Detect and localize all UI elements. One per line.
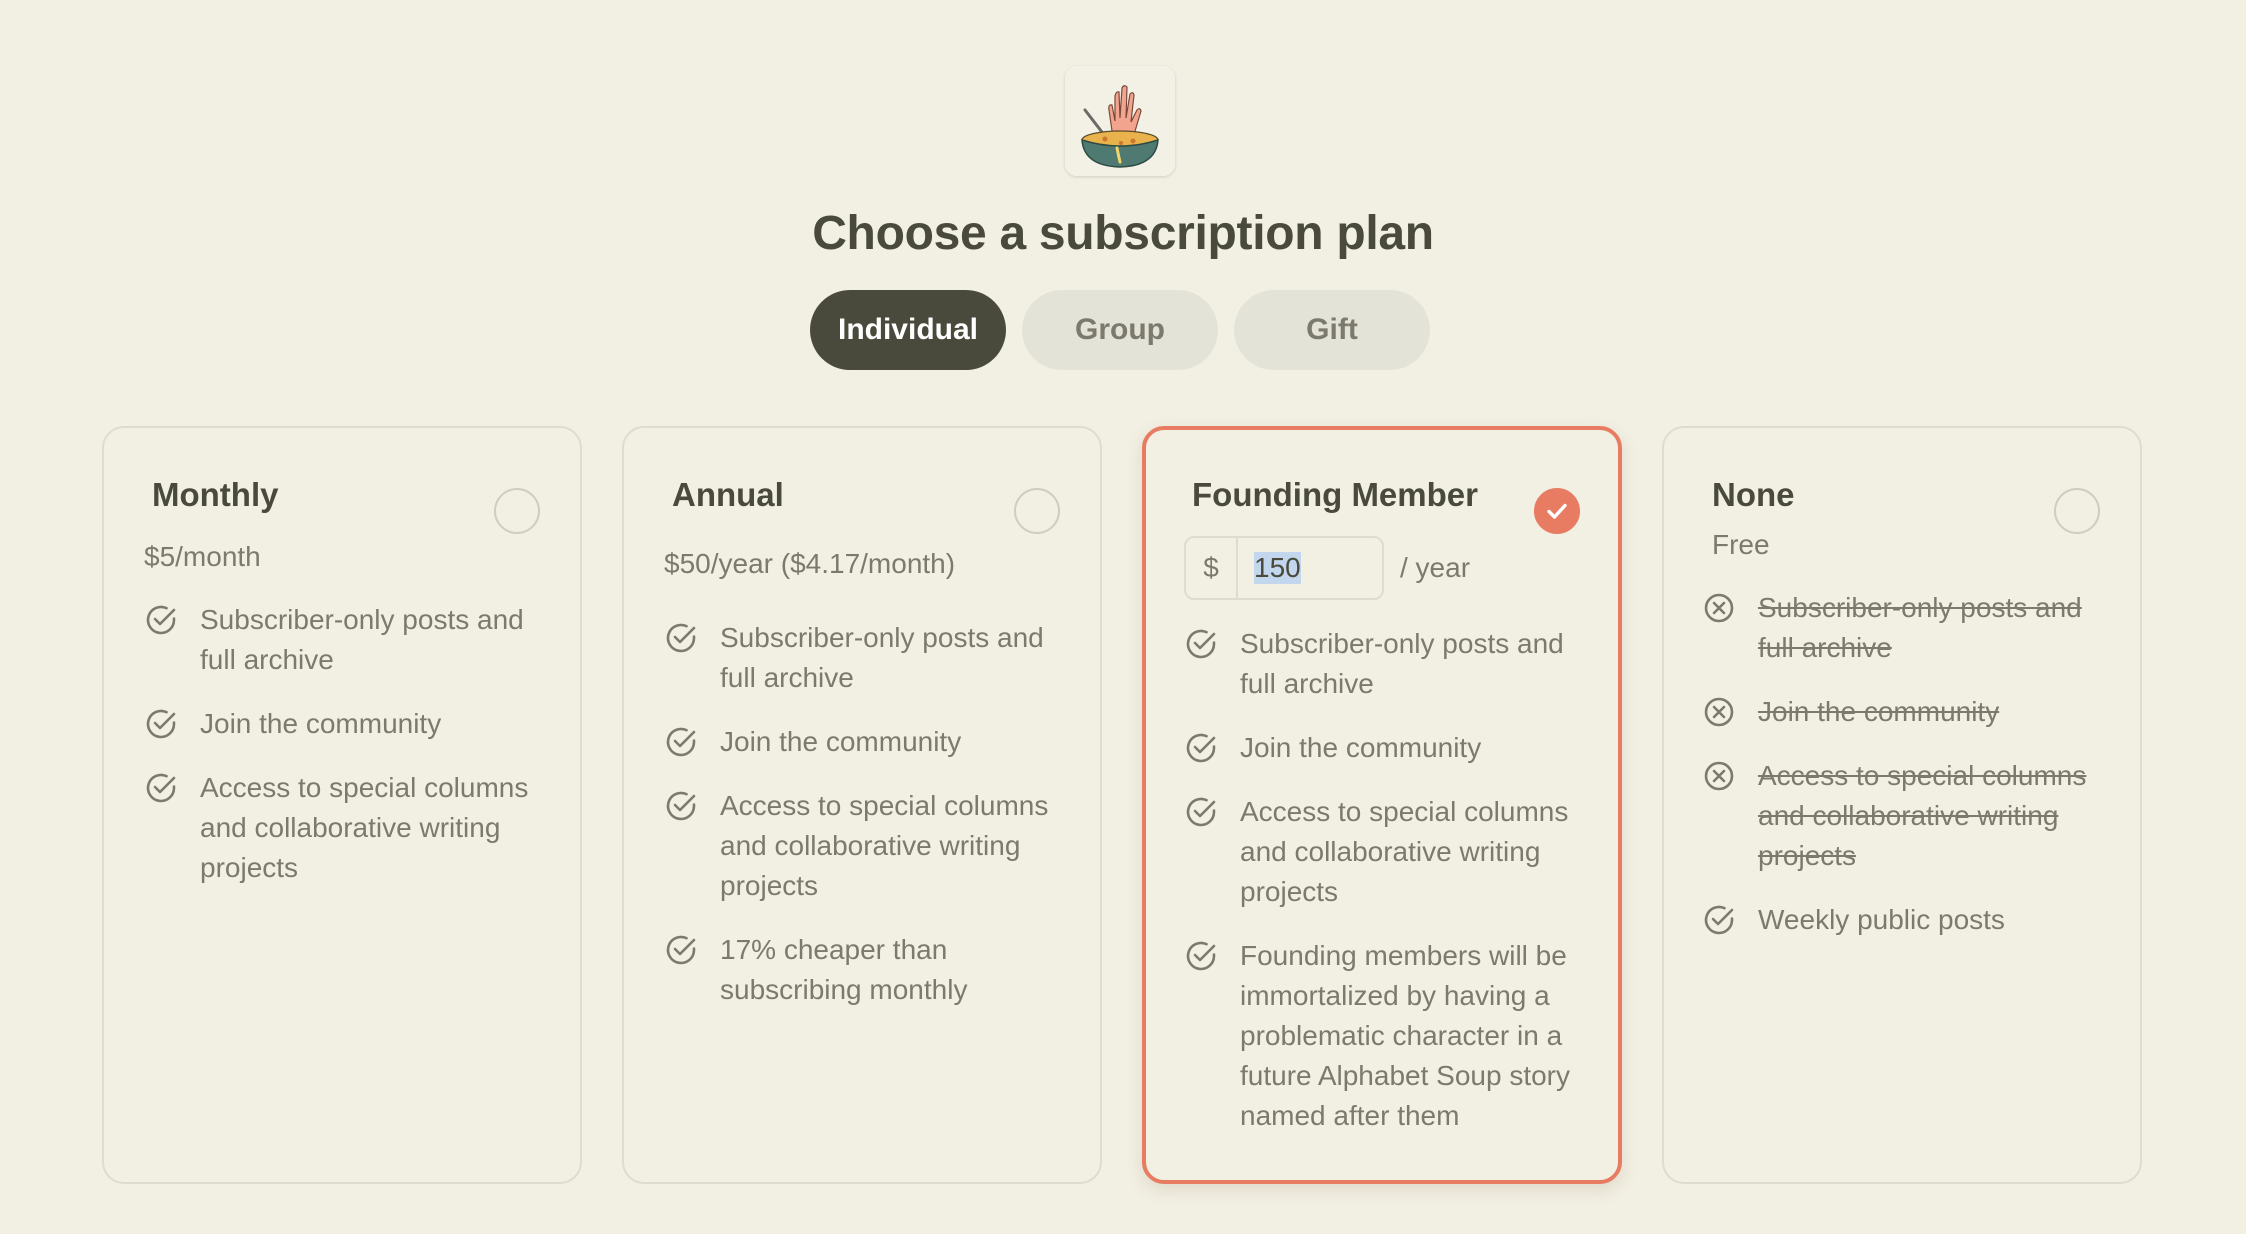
feature-text: Join the community	[720, 726, 962, 757]
page-title: Choose a subscription plan	[812, 207, 1434, 260]
plan-type-tabs: Individual Group Gift	[810, 290, 1430, 370]
list-item: Join the community	[664, 722, 1070, 762]
feature-text: Access to special columns and collaborat…	[200, 772, 529, 883]
amount-period: / year	[1400, 552, 1471, 583]
list-item: Weekly public posts	[1702, 900, 2110, 940]
x-circle-icon	[1704, 697, 1734, 727]
list-item: Founding members will be immortalized by…	[1184, 936, 1588, 1136]
check-circle-icon	[666, 791, 696, 821]
feature-text: Subscriber-only posts and full archive	[720, 622, 1044, 693]
feature-text: Join the community	[1240, 732, 1482, 763]
plan-card-annual[interactable]: Annual $50/year ($4.17/month) Subscriber…	[622, 426, 1102, 1184]
checkmark-icon	[1547, 503, 1567, 519]
check-circle-icon	[146, 773, 176, 803]
plan-radio[interactable]	[1014, 488, 1060, 534]
list-item: Join the community	[1184, 728, 1588, 768]
feature-text: Founding members will be immortalized by…	[1240, 940, 1570, 1131]
amount-value: 150	[1254, 552, 1301, 584]
feature-text: 17% cheaper than subscribing monthly	[720, 934, 968, 1005]
amount-row: $ 150 / year	[1184, 536, 1470, 600]
list-item: 17% cheaper than subscribing monthly	[664, 930, 1070, 1010]
check-circle-icon	[1186, 797, 1216, 827]
check-circle-icon	[666, 935, 696, 965]
plan-title: Founding Member	[1192, 476, 1478, 513]
check-circle-icon	[1186, 941, 1216, 971]
publication-logo	[1065, 66, 1175, 176]
tab-individual[interactable]: Individual	[810, 290, 1006, 370]
list-item: Subscriber-only posts and full archive	[1184, 624, 1588, 704]
amount-input[interactable]: 150	[1238, 538, 1382, 598]
list-item: Join the community	[144, 704, 550, 744]
feature-text: Access to special columns and collaborat…	[1240, 796, 1569, 907]
list-item: Access to special columns and collaborat…	[664, 786, 1070, 906]
plan-price: $5/month	[144, 541, 261, 572]
list-item: Subscriber-only posts and full archive	[144, 600, 550, 680]
currency-symbol: $	[1186, 538, 1238, 598]
plan-card-none[interactable]: None Free Subscriber-only posts and full…	[1662, 426, 2142, 1184]
soup-bowl-hand-icon	[1065, 66, 1175, 176]
tab-group[interactable]: Group	[1022, 290, 1218, 370]
feature-list: Subscriber-only posts and full archive J…	[664, 618, 1070, 1034]
list-item: Join the community	[1702, 692, 2110, 732]
feature-text: Weekly public posts	[1758, 904, 2005, 935]
tab-gift[interactable]: Gift	[1234, 290, 1430, 370]
check-circle-icon	[666, 727, 696, 757]
amount-field[interactable]: $ 150	[1184, 536, 1384, 600]
plan-radio[interactable]	[2054, 488, 2100, 534]
list-item: Access to special columns and collaborat…	[1702, 756, 2110, 876]
feature-text: Access to special columns and collaborat…	[1758, 760, 2087, 871]
feature-text: Subscriber-only posts and full archive	[1758, 592, 2082, 663]
plan-card-founding-member[interactable]: Founding Member $ 150 / year Subscriber-…	[1142, 426, 1622, 1184]
check-circle-icon	[146, 605, 176, 635]
plan-title: Monthly	[152, 476, 279, 513]
check-circle-icon	[146, 709, 176, 739]
check-circle-icon	[1704, 905, 1734, 935]
list-item: Access to special columns and collaborat…	[1184, 792, 1588, 912]
plan-radio[interactable]	[494, 488, 540, 534]
feature-text: Subscriber-only posts and full archive	[200, 604, 524, 675]
list-item: Subscriber-only posts and full archive	[664, 618, 1070, 698]
check-circle-icon	[666, 623, 696, 653]
feature-text: Access to special columns and collaborat…	[720, 790, 1049, 901]
plan-price: $50/year ($4.17/month)	[664, 548, 956, 579]
x-circle-icon	[1704, 761, 1734, 791]
plan-title: None	[1712, 476, 1795, 513]
list-item: Access to special columns and collaborat…	[144, 768, 550, 888]
check-circle-icon	[1186, 629, 1216, 659]
plan-card-monthly[interactable]: Monthly $5/month Subscriber-only posts a…	[102, 426, 582, 1184]
feature-list: Subscriber-only posts and full archive J…	[1702, 588, 2110, 964]
plan-radio-checked[interactable]	[1534, 488, 1580, 534]
plan-price: Free	[1712, 529, 1770, 560]
feature-list: Subscriber-only posts and full archive J…	[1184, 624, 1588, 1160]
list-item: Subscriber-only posts and full archive	[1702, 588, 2110, 668]
x-circle-icon	[1704, 593, 1734, 623]
plan-title: Annual	[672, 476, 784, 513]
feature-text: Subscriber-only posts and full archive	[1240, 628, 1564, 699]
check-circle-icon	[1186, 733, 1216, 763]
feature-text: Join the community	[1758, 696, 2000, 727]
feature-list: Subscriber-only posts and full archive J…	[144, 600, 550, 912]
feature-text: Join the community	[200, 708, 442, 739]
